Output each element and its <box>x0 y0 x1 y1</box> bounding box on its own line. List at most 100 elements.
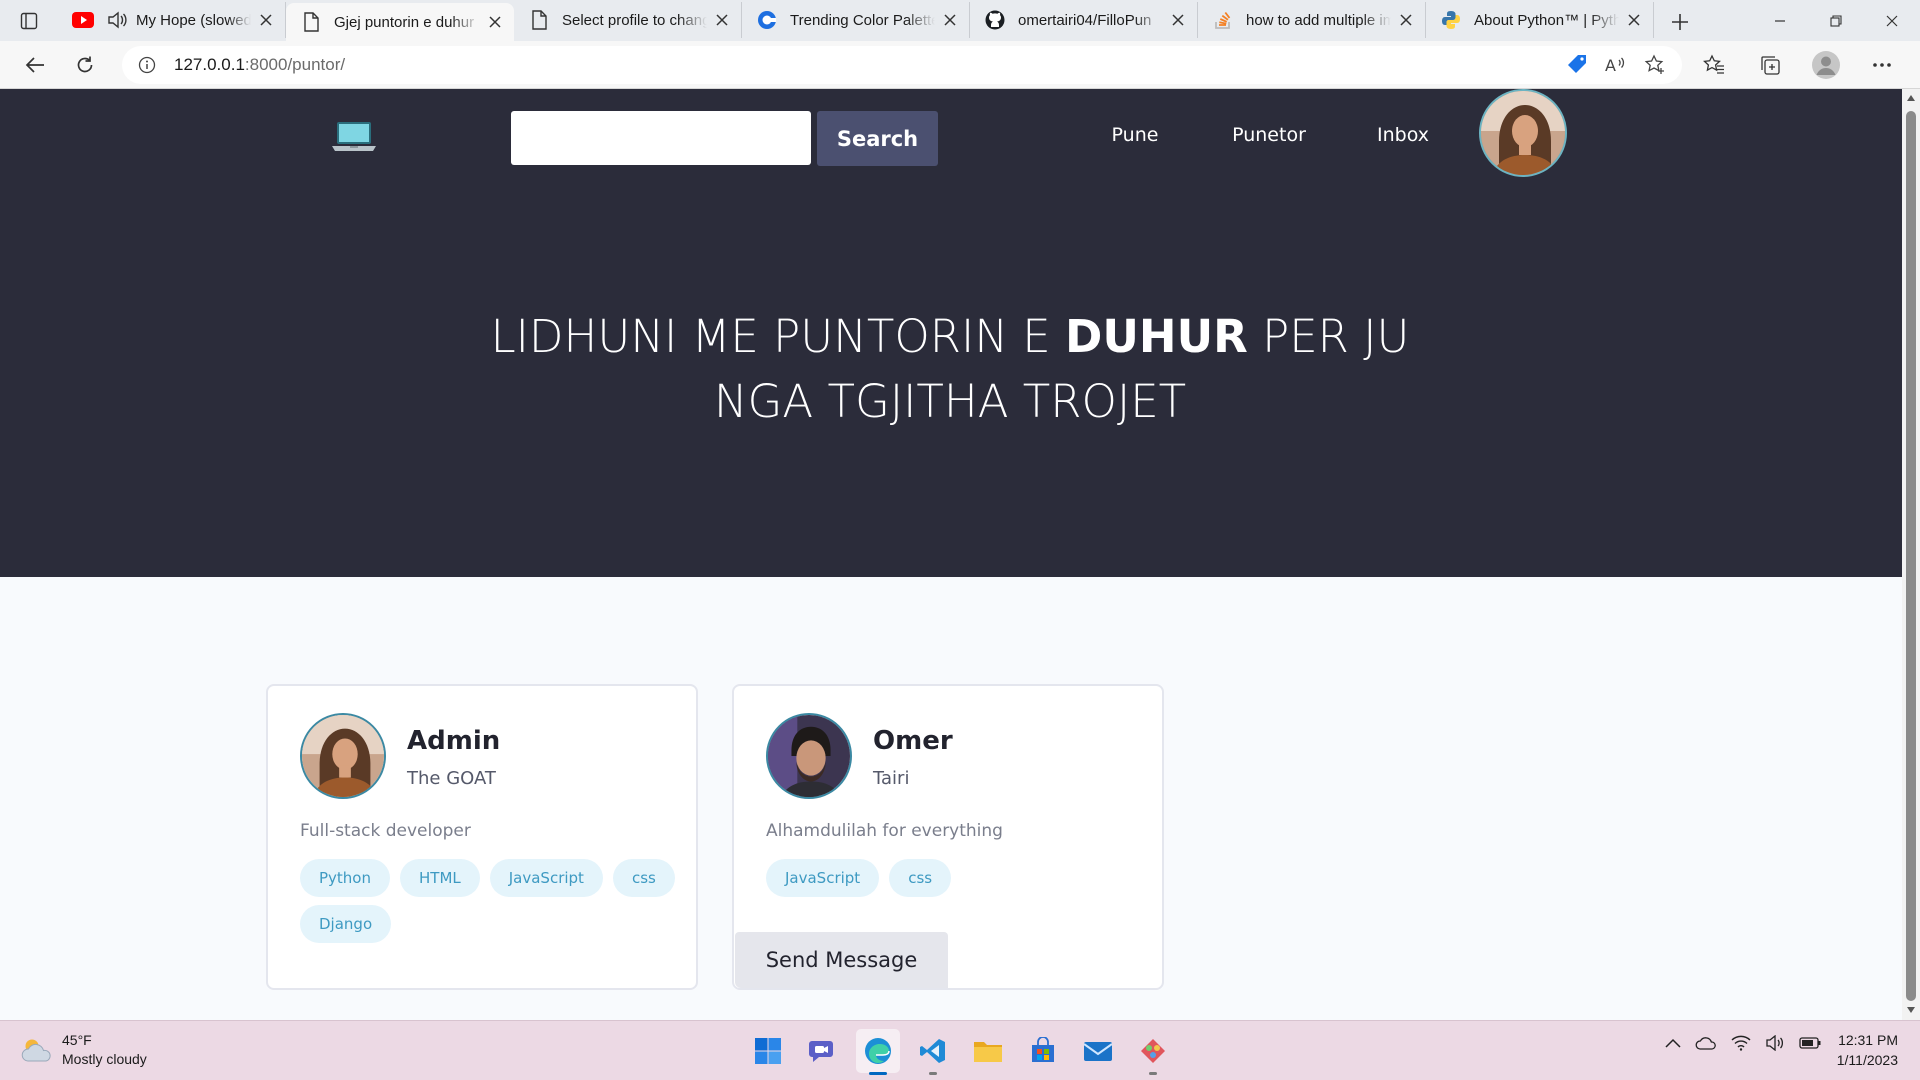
microsoft-store-icon[interactable] <box>1021 1029 1065 1073</box>
speaker-icon[interactable] <box>106 9 128 31</box>
send-message-button[interactable]: Send Message <box>735 932 948 988</box>
clock-date: 1/11/2023 <box>1836 1052 1898 1068</box>
browser-tab[interactable]: Select profile to change <box>514 2 742 38</box>
browser-tab-active[interactable]: Gjej puntorin e duhur <box>286 3 514 41</box>
profile-icon[interactable] <box>1808 47 1844 83</box>
scrollbar-thumb[interactable] <box>1906 111 1916 1001</box>
close-tab-icon[interactable] <box>257 11 275 29</box>
collections-icon[interactable] <box>1752 47 1788 83</box>
taskbar-apps <box>746 1029 1175 1075</box>
windows-start-icon[interactable] <box>746 1029 790 1073</box>
profile-bio: Alhamdulilah for everything <box>766 821 1003 841</box>
skill-tag: JavaScript <box>766 859 880 897</box>
restore-icon[interactable] <box>1808 0 1864 41</box>
tab-title: My Hope (slowed + reverb) <box>136 11 251 29</box>
window-controls <box>1752 0 1920 41</box>
site-info-icon[interactable] <box>138 56 156 74</box>
profile-card: Admin The GOAT Full-stack developer Pyth… <box>266 684 698 990</box>
browser-tab[interactable]: About Python™ | Python.org <box>1426 2 1654 38</box>
coolors-icon <box>756 9 778 31</box>
url-host: 127.0.0.1 <box>174 54 245 74</box>
volume-icon[interactable] <box>1765 1035 1785 1051</box>
url-text[interactable]: 127.0.0.1:8000/puntor/ <box>174 55 1566 75</box>
close-tab-icon[interactable] <box>1397 11 1415 29</box>
close-window-icon[interactable] <box>1864 0 1920 41</box>
close-tab-icon[interactable] <box>713 11 731 29</box>
clock-time: 12:31 PM <box>1838 1032 1898 1048</box>
minimize-icon[interactable] <box>1752 0 1808 41</box>
teams-chat-icon[interactable] <box>801 1029 845 1073</box>
more-options-icon[interactable] <box>1864 47 1900 83</box>
github-icon <box>984 9 1006 31</box>
mail-icon[interactable] <box>1076 1029 1120 1073</box>
close-tab-icon[interactable] <box>486 13 504 31</box>
onedrive-cloud-icon[interactable] <box>1695 1036 1717 1050</box>
weather-temp: 45°F <box>62 1032 92 1048</box>
profile-bio: Full-stack developer <box>300 821 471 841</box>
user-avatar[interactable] <box>1479 89 1567 177</box>
tab-title: omertairi04/FilloPun <box>1018 11 1152 29</box>
chevron-up-icon[interactable] <box>1665 1038 1681 1048</box>
page-icon <box>528 9 550 31</box>
skill-tag: Python <box>300 859 390 897</box>
battery-icon[interactable] <box>1799 1037 1821 1049</box>
tab-actions-icon[interactable] <box>0 0 58 41</box>
hero-text: LIDHUNI ME PUNTORIN E <box>490 310 1066 363</box>
refresh-icon[interactable] <box>60 45 110 85</box>
profile-subtitle: The GOAT <box>407 768 496 789</box>
nav-link-pune[interactable]: Pune <box>1068 124 1202 146</box>
search-button[interactable]: Search <box>817 111 938 166</box>
edge-browser-icon[interactable] <box>856 1029 900 1075</box>
git-app-icon[interactable] <box>1131 1029 1175 1075</box>
shopping-tag-icon[interactable] <box>1566 54 1588 76</box>
scroll-down-icon[interactable] <box>1906 1005 1916 1015</box>
browser-tab[interactable]: how to add multiple images <box>1198 2 1426 38</box>
skills-list: Python HTML JavaScript css Django <box>300 859 680 943</box>
browser-toolbar: 127.0.0.1:8000/puntor/ A <box>0 41 1920 89</box>
browser-tab[interactable]: Trending Color Palettes <box>742 2 970 38</box>
tab-title: how to add multiple images <box>1246 11 1391 29</box>
search-input[interactable] <box>511 111 811 165</box>
page-scrollbar[interactable] <box>1902 89 1920 1020</box>
avatar[interactable] <box>300 713 386 799</box>
close-tab-icon[interactable] <box>1625 11 1643 29</box>
browser-tab[interactable]: omertairi04/FilloPun <box>970 2 1198 38</box>
tab-title: Trending Color Palettes <box>790 11 935 29</box>
browser-tab-youtube[interactable]: My Hope (slowed + reverb) <box>58 2 286 38</box>
hero-text-bold: DUHUR <box>1065 310 1248 363</box>
address-bar[interactable]: 127.0.0.1:8000/puntor/ A <box>122 45 1682 84</box>
skills-list: JavaScript css <box>766 859 1146 897</box>
wifi-icon[interactable] <box>1731 1035 1751 1051</box>
read-aloud-icon[interactable]: A <box>1604 54 1628 76</box>
svg-text:A: A <box>1605 56 1616 75</box>
hero-section: Search Pune Punetor Inbox LIDHUNI ME PUN… <box>0 89 1902 577</box>
profile-subtitle: Tairi <box>873 768 910 789</box>
stackoverflow-icon <box>1212 9 1234 31</box>
skill-tag: css <box>612 859 675 897</box>
skill-tag: JavaScript <box>489 859 603 897</box>
tab-title: Gjej puntorin e duhur <box>334 13 475 31</box>
avatar[interactable] <box>766 713 852 799</box>
skill-tag: HTML <box>400 859 480 897</box>
new-tab-button[interactable] <box>1658 3 1702 41</box>
profile-name[interactable]: Admin <box>407 726 500 756</box>
back-icon[interactable] <box>10 45 60 85</box>
weather-widget[interactable]: 45°F Mostly cloudy <box>20 1031 147 1069</box>
cloudy-weather-icon <box>20 1036 54 1064</box>
laptop-icon[interactable] <box>330 119 378 155</box>
close-tab-icon[interactable] <box>1169 11 1187 29</box>
youtube-icon <box>72 9 94 31</box>
vscode-icon[interactable] <box>911 1029 955 1075</box>
nav-link-punetor[interactable]: Punetor <box>1202 124 1336 146</box>
add-favorite-icon[interactable] <box>1644 53 1666 76</box>
browser-tab-strip: My Hope (slowed + reverb) Gjej puntorin … <box>0 0 1920 41</box>
page-viewport: Search Pune Punetor Inbox LIDHUNI ME PUN… <box>0 89 1902 1020</box>
favorites-icon[interactable] <box>1696 47 1732 83</box>
clock[interactable]: 12:31 PM 1/11/2023 <box>1837 1030 1898 1070</box>
scroll-up-icon[interactable] <box>1906 93 1916 103</box>
file-explorer-icon[interactable] <box>966 1029 1010 1073</box>
tab-title: About Python™ | Python.org <box>1474 11 1619 29</box>
close-tab-icon[interactable] <box>941 11 959 29</box>
profile-name[interactable]: Omer <box>873 726 953 756</box>
nav-link-inbox[interactable]: Inbox <box>1336 124 1470 146</box>
